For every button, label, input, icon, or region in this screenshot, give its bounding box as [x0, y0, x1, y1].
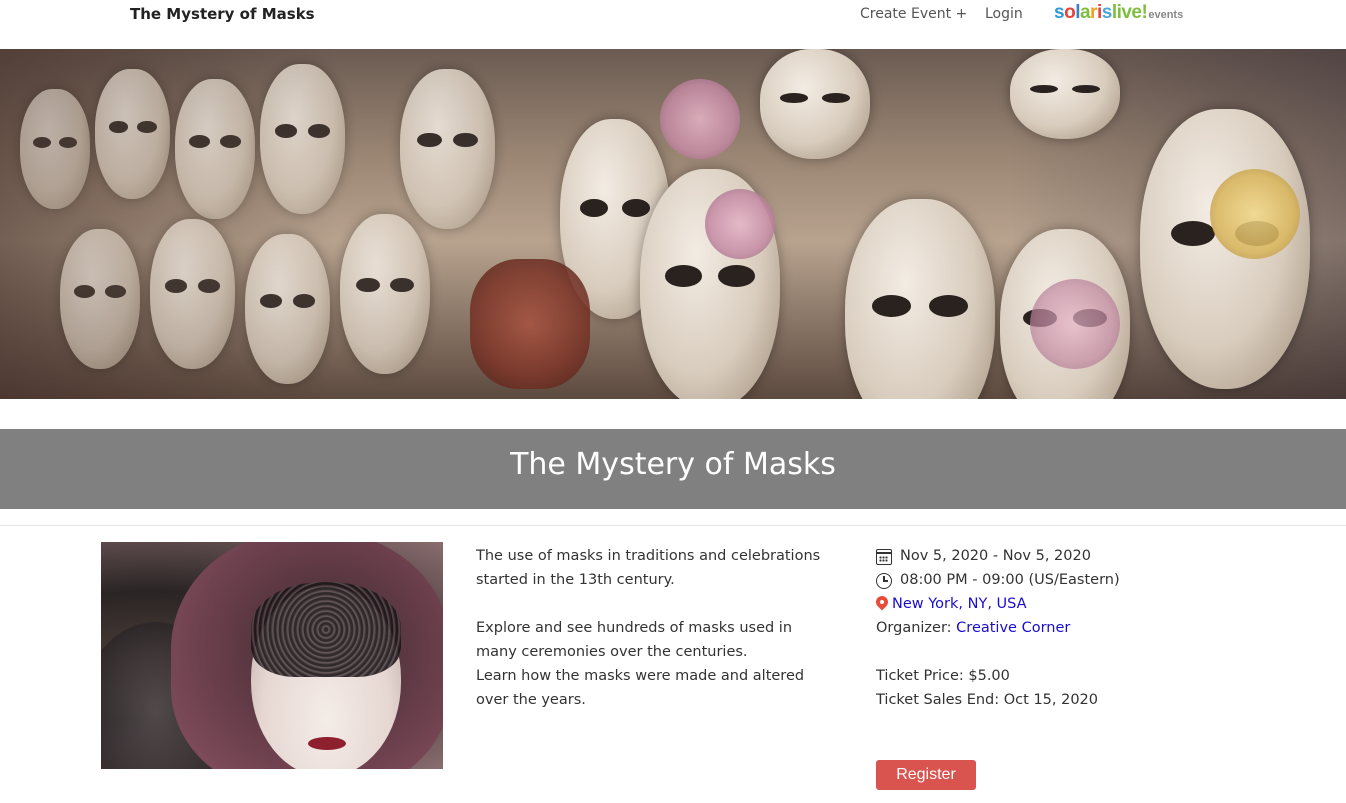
clock-icon: [876, 573, 892, 589]
organizer-label: Organizer:: [876, 620, 952, 636]
event-title: The Mystery of Masks: [510, 447, 836, 482]
event-organizer-row: Organizer: Creative Corner: [876, 616, 1176, 640]
top-navbar: The Mystery of Masks Create Event + Logi…: [0, 0, 1346, 49]
description-paragraph: The use of masks in traditions and celeb…: [476, 548, 821, 588]
event-location-row: New York, NY, USA: [876, 592, 1176, 616]
login-link[interactable]: Login: [985, 6, 1023, 22]
description-paragraph: Explore and see hundreds of masks used i…: [476, 620, 793, 660]
organizer-link[interactable]: Creative Corner: [956, 616, 1070, 640]
event-description: The use of masks in traditions and celeb…: [476, 544, 836, 712]
hero-banner-image: [0, 49, 1346, 399]
event-date-row: Nov 5, 2020 - Nov 5, 2020: [876, 544, 1176, 568]
map-pin-icon: [876, 596, 888, 612]
description-paragraph: Learn how the masks were made and altere…: [476, 668, 805, 708]
event-mask-photo: [101, 542, 443, 769]
event-location-link[interactable]: New York, NY, USA: [892, 592, 1027, 616]
calendar-icon: [876, 549, 892, 565]
event-time-row: 08:00 PM - 09:00 (US/Eastern): [876, 568, 1176, 592]
ticket-price: Ticket Price: $5.00: [876, 668, 1010, 684]
event-time: 08:00 PM - 09:00 (US/Eastern): [900, 572, 1120, 588]
create-event-link[interactable]: Create Event +: [860, 6, 967, 22]
ticket-sales-end: Ticket Sales End: Oct 15, 2020: [876, 692, 1099, 708]
event-details: Nov 5, 2020 - Nov 5, 2020 08:00 PM - 09:…: [876, 544, 1176, 712]
event-date: Nov 5, 2020 - Nov 5, 2020: [900, 548, 1091, 564]
brand-title[interactable]: The Mystery of Masks: [130, 5, 315, 23]
event-title-bar: The Mystery of Masks: [0, 429, 1346, 509]
section-divider: [0, 525, 1346, 526]
register-button[interactable]: Register: [876, 760, 976, 790]
solarislive-logo[interactable]: solarislive!events: [1054, 2, 1183, 24]
